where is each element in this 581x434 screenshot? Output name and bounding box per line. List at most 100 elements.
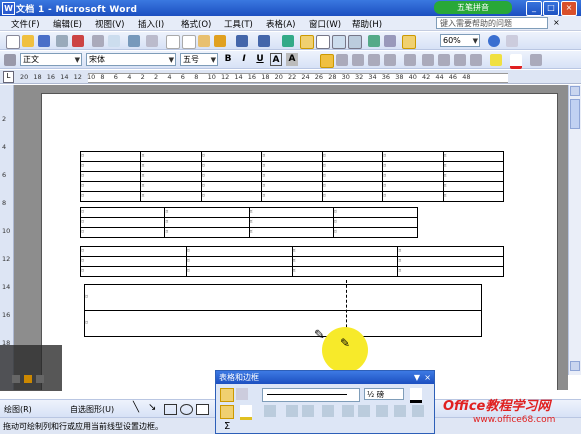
menu-window[interactable]: 窗口(W): [309, 18, 341, 30]
table-cell[interactable]: ¤: [79, 171, 142, 182]
document-page[interactable]: ¤ ¤ ¤ ¤ ¤ ¤ ¤ ¤ ¤ ¤ ¤ ¤ ¤ ¤ ¤ ¤ ¤ ¤ ¤ ¤ ¤ ¤ ¤ ¤ ¤ ¤ ¤ ¤ ¤ ¤ ¤ ¤ ¤ ¤ ¤ ¤ ¤ ¤ ¤…: [41, 93, 558, 390]
copy-icon[interactable]: [182, 35, 196, 49]
line-tool-icon[interactable]: ╲: [133, 402, 139, 413]
video-control-icon[interactable]: [12, 375, 20, 383]
table-cell[interactable]: ¤: [442, 191, 505, 202]
print-preview-icon[interactable]: [108, 35, 120, 47]
zoom-select[interactable]: 60% ▼: [440, 34, 480, 47]
table-cell[interactable]: ¤: [321, 191, 384, 202]
style-select[interactable]: 正文 ▼: [20, 53, 82, 66]
align-center-icon[interactable]: [336, 54, 348, 66]
table-cell[interactable]: ¤: [442, 161, 505, 172]
styles-pane-icon[interactable]: [4, 54, 16, 66]
print-icon[interactable]: [92, 35, 104, 47]
table-cell[interactable]: ¤: [442, 181, 505, 192]
line-style-select[interactable]: [262, 388, 360, 402]
menu-format[interactable]: 格式(O): [181, 18, 211, 30]
oval-tool-icon[interactable]: [180, 404, 193, 415]
insert-table-icon[interactable]: [264, 405, 276, 417]
table-cell[interactable]: ¤: [140, 181, 202, 192]
table-cell[interactable]: ¤: [164, 217, 250, 228]
bullets-icon[interactable]: [438, 54, 450, 66]
table-cell[interactable]: ¤: [248, 217, 334, 228]
table-cell[interactable]: ¤: [397, 246, 504, 257]
arrow-tool-icon[interactable]: ↘: [148, 402, 156, 413]
font-select[interactable]: 宋体 ▼: [86, 53, 176, 66]
table-cell[interactable]: ¤: [382, 171, 444, 182]
spelling-icon[interactable]: [128, 35, 140, 47]
eraser-icon[interactable]: [236, 388, 248, 400]
table-cell[interactable]: ¤: [291, 256, 399, 267]
table-cell[interactable]: ¤: [200, 181, 263, 192]
table-cell[interactable]: ¤: [80, 256, 187, 267]
decrease-indent-icon[interactable]: [454, 54, 466, 66]
table-cell[interactable]: ¤: [261, 181, 323, 192]
justify-icon[interactable]: [368, 54, 380, 66]
increase-indent-icon[interactable]: [470, 54, 482, 66]
menu-view[interactable]: 视图(V): [95, 18, 124, 30]
table-cell[interactable]: ¤: [84, 310, 482, 337]
text-direction-icon[interactable]: [394, 405, 406, 417]
char-border-button[interactable]: A: [270, 53, 282, 66]
video-control-icon[interactable]: [36, 375, 44, 383]
align-cell-icon[interactable]: [322, 405, 334, 417]
close-icon[interactable]: ×: [424, 371, 431, 384]
table-cell[interactable]: ¤: [185, 256, 293, 267]
close-document-icon[interactable]: ×: [553, 18, 560, 27]
rectangle-tool-icon[interactable]: [164, 404, 177, 415]
table-cell[interactable]: ¤: [79, 207, 166, 218]
draw-table-icon[interactable]: [220, 388, 234, 402]
table-cell[interactable]: ¤: [164, 227, 250, 238]
cut-icon[interactable]: [166, 35, 180, 49]
close-button[interactable]: ×: [561, 1, 577, 16]
table-cell[interactable]: ¤: [200, 191, 263, 202]
table-cell[interactable]: ¤: [140, 161, 202, 172]
outside-border-icon[interactable]: [220, 405, 234, 419]
table-cell[interactable]: ¤: [185, 266, 293, 277]
permission-icon[interactable]: [56, 35, 68, 47]
chevron-down-icon[interactable]: ▼: [414, 371, 420, 384]
table-cell[interactable]: ¤: [382, 191, 444, 202]
char-scaling-icon[interactable]: [530, 54, 542, 66]
ime-indicator[interactable]: 五笔拼音: [434, 1, 512, 14]
split-cells-icon[interactable]: [302, 405, 314, 417]
tables-borders-toolbar[interactable]: 表格和边框 ▼ × ½ 磅 Σ: [215, 370, 435, 434]
autoformat-icon[interactable]: [376, 405, 388, 417]
table-1[interactable]: ¤ ¤ ¤ ¤ ¤ ¤ ¤ ¤ ¤ ¤ ¤ ¤ ¤ ¤ ¤ ¤ ¤ ¤ ¤ ¤ ¤ ¤ ¤ ¤ ¤ ¤ ¤ ¤ ¤ ¤ ¤ ¤ ¤ ¤ ¤: [79, 151, 505, 202]
underline-button[interactable]: U: [254, 53, 266, 66]
table-cell[interactable]: ¤: [200, 151, 263, 162]
video-control-icon[interactable]: [24, 375, 32, 383]
drawing-icon[interactable]: [368, 35, 380, 47]
new-document-icon[interactable]: [6, 35, 20, 49]
table-cell[interactable]: ¤: [79, 227, 166, 238]
distributed-icon[interactable]: [384, 54, 396, 66]
table-cell[interactable]: ¤: [261, 191, 323, 202]
table-cell[interactable]: ¤: [248, 207, 334, 218]
table-cell[interactable]: ¤: [321, 151, 384, 162]
tables-borders-icon[interactable]: [300, 35, 314, 49]
table-2[interactable]: ¤ ¤ ¤ ¤ ¤ ¤ ¤ ¤ ¤ ¤ ¤ ¤: [79, 207, 419, 238]
document-area[interactable]: ¤ ¤ ¤ ¤ ¤ ¤ ¤ ¤ ¤ ¤ ¤ ¤ ¤ ¤ ¤ ¤ ¤ ¤ ¤ ¤ ¤ ¤ ¤ ¤ ¤ ¤ ¤ ¤ ¤ ¤ ¤ ¤ ¤ ¤ ¤ ¤ ¤ ¤ ¤…: [14, 85, 568, 390]
table-cell[interactable]: ¤: [79, 151, 142, 162]
table-cell[interactable]: ¤: [291, 246, 399, 257]
distribute-columns-icon[interactable]: [358, 405, 370, 417]
table-cell[interactable]: ¤: [79, 181, 142, 192]
scroll-down-button[interactable]: [570, 361, 580, 371]
table-cell[interactable]: ¤: [332, 207, 419, 218]
menu-table[interactable]: 表格(A): [266, 18, 295, 30]
font-size-select[interactable]: 五号 ▼: [180, 53, 218, 66]
merge-cells-icon[interactable]: [286, 405, 298, 417]
align-right-icon[interactable]: [352, 54, 364, 66]
document-map-icon[interactable]: [384, 35, 396, 47]
draw-menu[interactable]: 绘图(R): [4, 404, 32, 415]
paste-icon[interactable]: [198, 35, 210, 47]
table-cell[interactable]: ¤: [140, 171, 202, 182]
help-search-input[interactable]: 键入需要帮助的问题: [436, 17, 548, 29]
textbox-tool-icon[interactable]: [196, 404, 209, 415]
border-color-icon[interactable]: [410, 388, 422, 403]
redo-icon[interactable]: [258, 35, 270, 47]
menu-tools[interactable]: 工具(T): [224, 18, 253, 30]
columns-icon[interactable]: [348, 35, 362, 49]
italic-button[interactable]: I: [238, 53, 250, 66]
table-cell[interactable]: ¤: [80, 246, 187, 257]
